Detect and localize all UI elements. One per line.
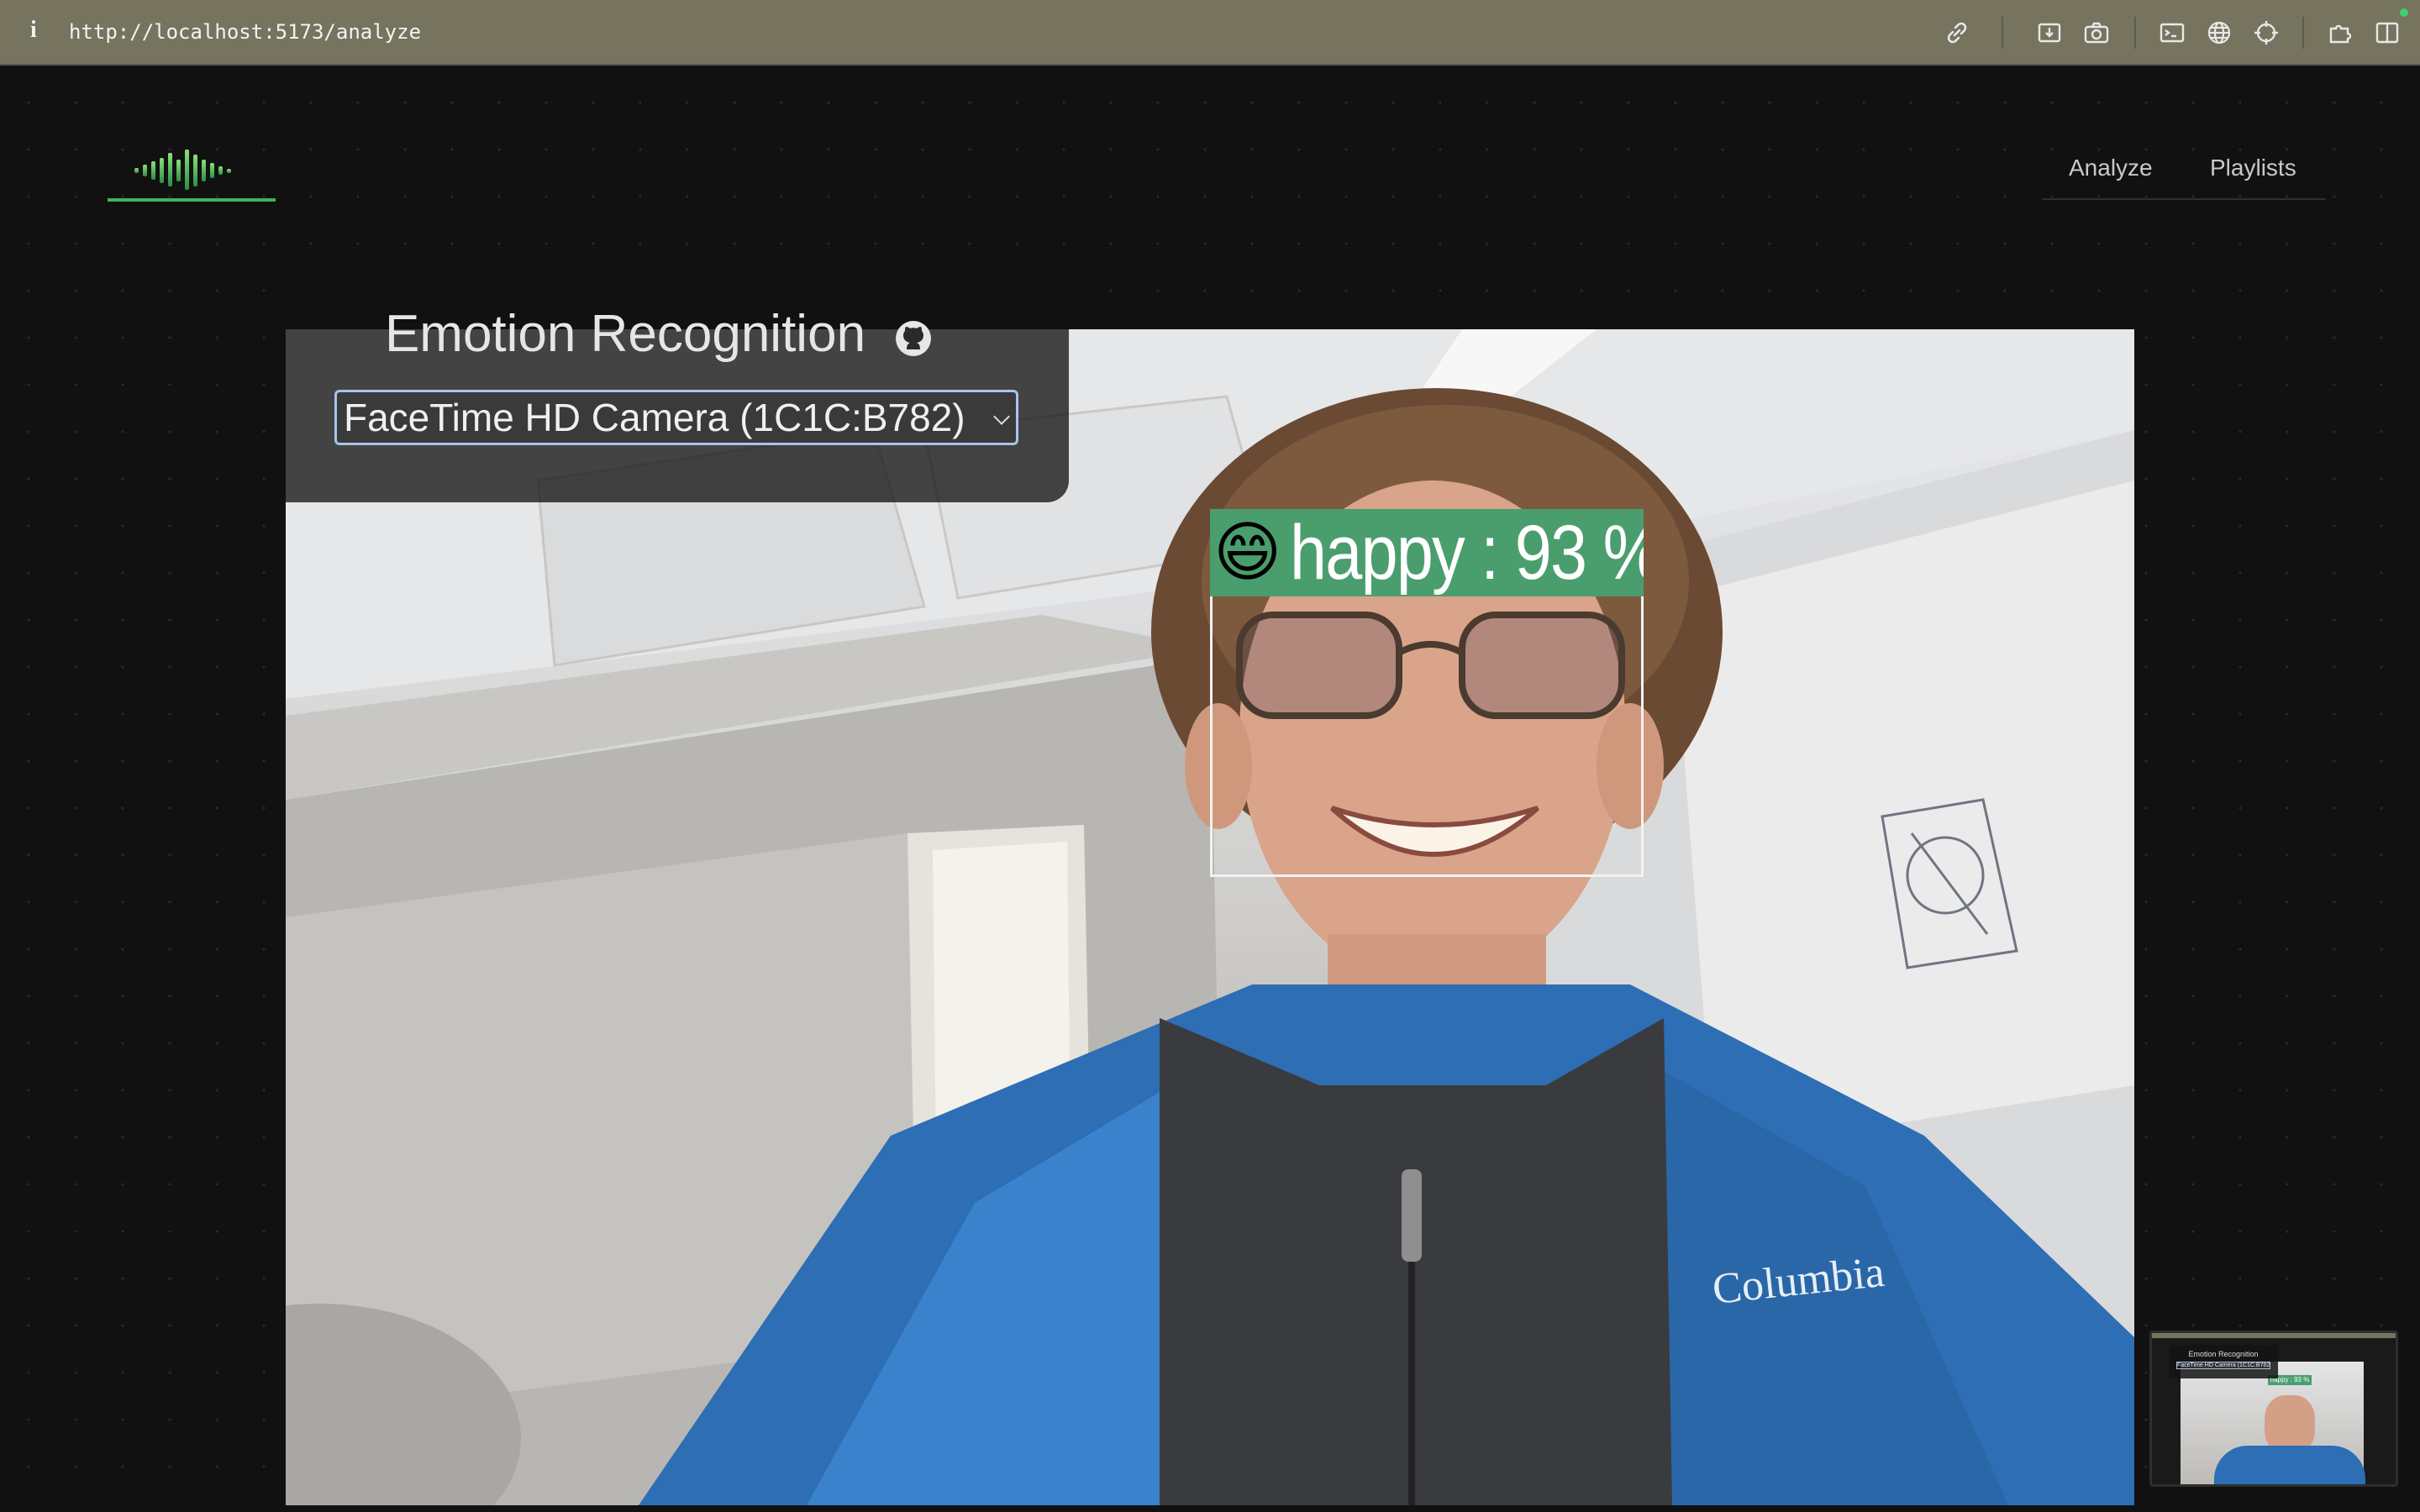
- split-view-icon[interactable]: [2373, 18, 2402, 47]
- screenshot-preview-thumbnail[interactable]: happy : 93 % Emotion Recognition FaceTim…: [2149, 1331, 2398, 1487]
- thumb-select: FaceTime HD Camera (1C1C:B782): [2176, 1362, 2270, 1369]
- main-nav: Analyze Playlists: [2042, 151, 2326, 200]
- camera-icon[interactable]: [2082, 18, 2111, 47]
- panel-title: Emotion Recognition: [384, 305, 866, 363]
- browser-toolbar: i http://localhost:5173/analyze: [0, 0, 2420, 66]
- webcam-video-feed: Columbia 😄 happy : 93 %: [286, 329, 2134, 1505]
- thumb-title: Emotion Recognition: [2188, 1350, 2259, 1358]
- download-icon[interactable]: [2035, 18, 2064, 47]
- thumb-jacket: [2214, 1446, 2365, 1484]
- status-indicator: [2400, 8, 2408, 17]
- extension-icon[interactable]: [2326, 18, 2354, 47]
- sound-wave-logo-icon: [134, 150, 231, 190]
- camera-select[interactable]: FaceTime HD Camera (1C1C:B782): [334, 390, 1018, 445]
- emotion-emoji-icon: 😄: [1213, 515, 1282, 591]
- toolbar-divider: [2302, 17, 2304, 49]
- terminal-icon[interactable]: [2158, 18, 2186, 47]
- app-logo[interactable]: [108, 138, 276, 202]
- nav-analyze[interactable]: Analyze: [2069, 155, 2153, 181]
- crosshair-icon[interactable]: [2252, 18, 2281, 47]
- camera-select-value: FaceTime HD Camera (1C1C:B782): [344, 396, 965, 439]
- emotion-control-panel: Emotion Recognition FaceTime HD Camera (…: [286, 245, 1069, 502]
- github-icon[interactable]: [894, 319, 933, 358]
- address-bar[interactable]: http://localhost:5173/analyze: [69, 20, 421, 44]
- thumb-panel: Emotion Recognition FaceTime HD Camera (…: [2169, 1345, 2278, 1378]
- link-icon[interactable]: [1943, 18, 1971, 47]
- site-info-icon[interactable]: i: [30, 17, 44, 47]
- thumb-video: happy : 93 %: [2181, 1362, 2365, 1484]
- globe-icon[interactable]: [2205, 18, 2233, 47]
- emotion-label: 😄 happy : 93 %: [1210, 509, 1644, 596]
- webcam-frame: Columbia: [286, 329, 2134, 1505]
- nav-playlists[interactable]: Playlists: [2210, 155, 2296, 181]
- chevron-down-icon: [993, 408, 1010, 425]
- toolbar-divider: [2002, 17, 2003, 49]
- emotion-label-text: happy : 93 %: [1290, 509, 1644, 596]
- toolbar-divider: [2134, 17, 2136, 49]
- thumb-toolbar: [2152, 1333, 2396, 1338]
